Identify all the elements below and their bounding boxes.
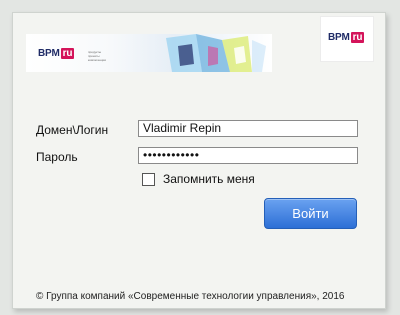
password-input[interactable]: •••••••••••• xyxy=(138,147,358,164)
banner-brand: BPM xyxy=(38,48,60,59)
banner-tagline: продукты проекты компетенции xyxy=(88,50,107,62)
remember-me-checkbox[interactable] xyxy=(142,173,155,186)
password-label: Пароль xyxy=(36,150,78,164)
login-input[interactable]: Vladimir Repin xyxy=(138,120,358,137)
corner-logo-wordmark: BPM ru xyxy=(328,32,365,43)
login-label: Домен\Логин xyxy=(36,123,109,137)
brand-banner: BPM ru продукты проекты компетенции xyxy=(26,34,272,72)
remember-me-label[interactable]: Запомнить меня xyxy=(163,172,255,186)
banner-wordmark: BPM ru xyxy=(38,48,75,59)
corner-logo-tag: ru xyxy=(350,32,365,43)
copyright-text: © Группа компаний «Современные технологи… xyxy=(36,291,345,302)
login-button[interactable]: Войти xyxy=(264,198,357,229)
corner-logo-brand: BPM xyxy=(328,32,350,43)
banner-tag: ru xyxy=(60,48,75,59)
corner-logo: BPM ru xyxy=(320,16,374,62)
